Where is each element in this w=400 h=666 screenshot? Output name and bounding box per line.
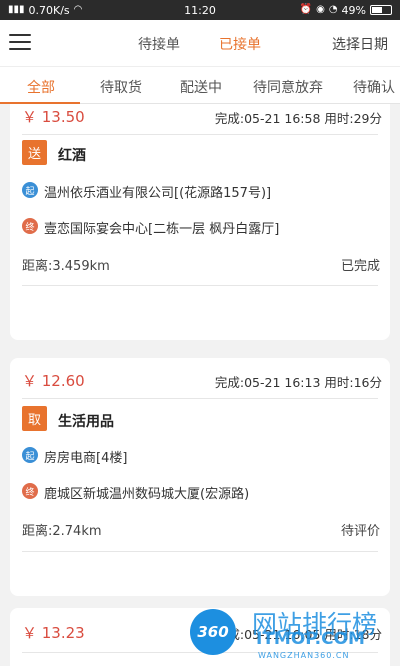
order-completed-time: 完成:05-21 16:58 用时:29分 — [214, 111, 382, 126]
order-price: ￥ 13.23 — [22, 624, 85, 642]
delivery-type-badge: 送 — [22, 140, 47, 165]
date-picker-button[interactable]: 选择日期 — [332, 34, 388, 54]
order-category: 红酒 — [58, 148, 86, 164]
status-left: ▮▮▮ 0.70K/s ◠ — [8, 4, 82, 17]
order-status: 待评价 — [340, 524, 380, 539]
order-price: ￥ 13.50 — [22, 108, 85, 126]
order-distance: 距离:3.459km — [22, 259, 110, 274]
menu-icon[interactable] — [9, 34, 31, 52]
end-marker-icon: 终 — [22, 218, 38, 234]
divider — [22, 134, 378, 135]
subtab-awaiting-pickup[interactable]: 待取货 — [100, 77, 142, 97]
subtab-delivering[interactable]: 配送中 — [180, 77, 222, 97]
header: 待接单 已接单 选择日期 — [0, 20, 400, 66]
order-completed-time: 完成:05-21 16:13 用时:16分 — [214, 375, 382, 390]
order-price: ￥ 12.60 — [22, 372, 85, 390]
network-speed: 0.70K/s — [28, 3, 70, 17]
delivery-address: 鹿城区新城温州数码城大厦(宏源路) — [44, 487, 250, 502]
battery-percent: 49% — [341, 3, 366, 17]
status-bar: ▮▮▮ 0.70K/s ◠ 11:20 ⏰ ◉ ◔ 49% — [0, 0, 400, 20]
pickup-address: 温州依乐酒业有限公司[(花源路157号)] — [44, 186, 272, 201]
subtab-awaiting-confirm[interactable]: 待确认 — [353, 77, 395, 97]
subtab-all[interactable]: 全部 — [27, 77, 55, 97]
divider — [22, 398, 378, 399]
order-card[interactable]: ￥ 13.50 完成:05-21 16:58 用时:29分 送 红酒 起 温州依… — [10, 104, 390, 340]
delivery-type-badge: 取 — [22, 406, 47, 431]
start-marker-icon: 起 — [22, 447, 38, 463]
order-card[interactable]: ￥ 13.23 完成:05-21 16:05 用时:18分 — [10, 608, 390, 666]
status-filter-tabs: 全部 待取货 配送中 待同意放弃 待确认 — [0, 66, 400, 104]
order-status: 已完成 — [340, 259, 380, 274]
delivery-address: 壹恋国际宴会中心[二栋一层 枫丹白露厅] — [44, 222, 280, 237]
pickup-address: 房房电商[4楼] — [44, 451, 128, 466]
alarm-icon: ⏰ — [299, 4, 313, 15]
status-time: 11:20 — [184, 3, 216, 17]
order-card[interactable]: ￥ 12.60 完成:05-21 16:13 用时:16分 取 生活用品 起 房… — [10, 358, 390, 596]
order-distance: 距离:2.74km — [22, 524, 102, 539]
divider — [22, 551, 378, 552]
tab-accepted[interactable]: 已接单 — [219, 34, 261, 54]
divider — [22, 285, 378, 286]
subtab-awaiting-abandon[interactable]: 待同意放弃 — [253, 77, 323, 97]
order-list[interactable]: ￥ 13.50 完成:05-21 16:58 用时:29分 送 红酒 起 温州依… — [0, 104, 400, 666]
battery-icon — [370, 5, 392, 15]
status-right: ⏰ ◉ ◔ 49% — [300, 4, 392, 17]
wifi-icon: ◠ — [73, 4, 83, 15]
end-marker-icon: 终 — [22, 483, 38, 499]
divider — [22, 652, 378, 653]
signal-icon: ▮▮▮ — [8, 4, 25, 15]
order-category: 生活用品 — [58, 414, 114, 430]
start-marker-icon: 起 — [22, 182, 38, 198]
order-completed-time: 完成:05-21 16:05 用时:18分 — [214, 627, 382, 642]
location-icon: ◉ — [316, 4, 325, 15]
mute-icon: ◔ — [328, 4, 338, 15]
tab-pending[interactable]: 待接单 — [138, 34, 180, 54]
